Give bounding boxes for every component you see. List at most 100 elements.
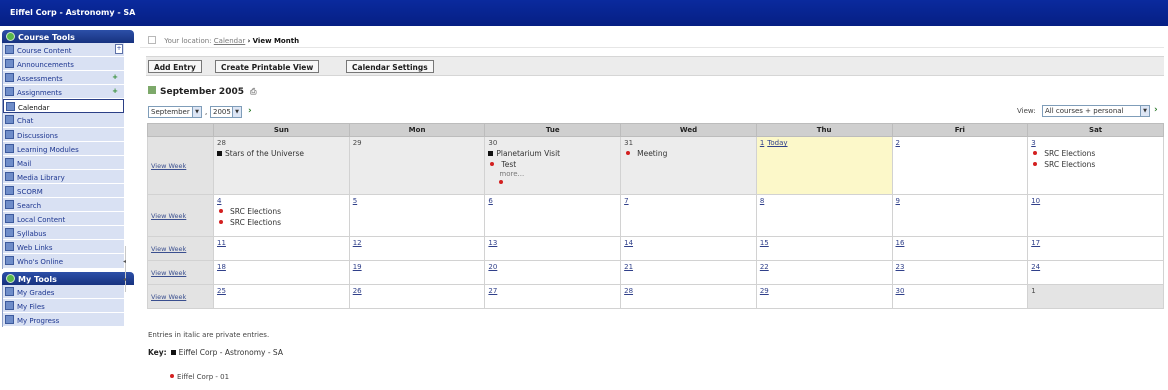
sidebar-item-announcements[interactable]: Announcements [3,57,124,72]
day-number-link[interactable]: 18 [217,263,346,271]
day-number-link[interactable]: 5 [353,197,482,205]
view-week-link[interactable]: View Week [151,162,210,170]
expand-right-icon[interactable]: ◂ [123,276,126,283]
day-number-link[interactable]: 19 [353,263,482,271]
view-go-arrow-icon[interactable]: › [1154,105,1162,115]
calendar-day-cell[interactable]: 3 SRC Elections SRC Elections [1027,136,1164,195]
calendar-day-cell[interactable]: 8 [755,194,893,237]
chevron-down-icon[interactable]: ▼ [192,107,201,117]
my-tools-header[interactable]: My Tools [2,271,134,285]
collapse-icon[interactable] [6,32,15,41]
personal-event[interactable]: SRC Elections [217,207,346,216]
calendar-day-cell[interactable]: 1 [1027,284,1164,309]
calendar-day-cell[interactable]: 5 [348,194,486,237]
calendar-day-cell[interactable]: 28 [620,284,757,309]
calendar-settings-button[interactable]: Calendar Settings [346,60,434,73]
day-number-link[interactable]: 31 [624,139,753,147]
day-number-link[interactable]: 8 [760,197,889,205]
view-week-link[interactable]: View Week [151,269,210,277]
day-number-link[interactable]: 1 Today [760,139,889,147]
day-number-link[interactable]: 16 [896,239,1025,247]
calendar-day-cell[interactable]: 30 Planetarium Visit Test more... [484,136,622,195]
day-number-link[interactable]: 27 [488,287,617,295]
personal-event[interactable]: SRC Elections [1031,149,1160,158]
sidebar-item-course-content[interactable]: Course Content + [3,43,124,58]
day-number-link[interactable]: 15 [760,239,889,247]
calendar-day-cell[interactable]: 18 [213,260,350,285]
course-event[interactable]: Planetarium Visit [488,149,617,158]
sidebar-item-learning-modules[interactable]: Learning Modules [3,141,124,156]
expand-icon[interactable]: + [115,44,123,54]
sidebar-resize-handle[interactable]: ◂ ◂ [123,246,130,292]
sidebar-item-search[interactable]: Search [3,198,124,213]
plus-icon[interactable]: + [112,87,118,95]
calendar-day-cell[interactable]: 6 [484,194,622,237]
chevron-down-icon[interactable]: ▼ [1140,106,1149,116]
day-number-link[interactable]: 29 [353,139,482,147]
calendar-day-cell[interactable]: 24 [1027,260,1164,285]
day-number-link[interactable]: 29 [760,287,889,295]
sidebar-item-chat[interactable]: Chat [3,113,124,128]
sidebar-item-discussions[interactable]: Discussions [3,127,124,142]
day-number-link[interactable]: 6 [488,197,617,205]
sidebar-item-web-links[interactable]: Web Links [3,240,124,255]
course-event[interactable]: Stars of the Universe [217,149,346,158]
day-number-link[interactable]: 28 [217,139,346,147]
go-arrow-icon[interactable]: › [248,106,256,116]
more-link[interactable]: more... [499,170,617,178]
sidebar-item-mail[interactable]: Mail [3,155,124,170]
day-number-link[interactable]: 21 [624,263,753,271]
course-tools-header[interactable]: Course Tools [2,30,134,43]
calendar-day-cell[interactable]: 2 [891,136,1029,195]
day-number-link[interactable]: 9 [896,197,1025,205]
day-number-link[interactable]: 20 [488,263,617,271]
day-number-link[interactable]: 4 [217,197,346,205]
day-number-link[interactable]: 28 [624,287,753,295]
calendar-day-cell[interactable]: 30 [891,284,1029,309]
calendar-day-cell[interactable]: 10 [1027,194,1164,237]
calendar-day-cell[interactable]: 14 [620,236,757,261]
personal-event[interactable]: Test [488,160,617,169]
sidebar-item-my-grades[interactable]: My Grades [3,284,124,299]
sidebar-item-local-content[interactable]: Local Content [3,212,124,227]
calendar-day-cell[interactable]: 4 SRC Elections SRC Elections [213,194,350,237]
day-number-link[interactable]: 11 [217,239,346,247]
breadcrumb-calendar-link[interactable]: Calendar [214,37,245,45]
calendar-day-cell[interactable]: 17 [1027,236,1164,261]
day-number-link[interactable]: 12 [353,239,482,247]
add-entry-button[interactable]: Add Entry [148,60,202,73]
calendar-day-cell[interactable]: 31 Meeting [620,136,757,195]
calendar-day-cell[interactable]: 15 [755,236,893,261]
personal-event[interactable]: SRC Elections [217,218,346,227]
sidebar-item-assignments[interactable]: Assignments + [3,85,124,100]
day-number-link[interactable]: 25 [217,287,346,295]
personal-event[interactable]: Meeting [624,149,753,158]
year-select[interactable]: 2005 ▼ [210,106,242,118]
calendar-day-cell[interactable]: 1 Today [755,136,893,195]
day-number-link[interactable]: 1 [1031,287,1160,295]
calendar-day-cell[interactable]: 13 [484,236,622,261]
personal-event[interactable]: SRC Elections [1031,160,1160,169]
calendar-day-cell[interactable]: 7 [620,194,757,237]
calendar-day-cell[interactable]: 19 [348,260,486,285]
sidebar-item-who-s-online[interactable]: Who's Online [3,254,124,269]
printer-icon[interactable]: ⎙ [250,87,256,96]
sidebar-item-scorm[interactable]: SCORM [3,183,124,199]
view-week-link[interactable]: View Week [151,293,210,301]
day-number-link[interactable]: 17 [1031,239,1160,247]
sidebar-item-assessments[interactable]: Assessments + [3,71,124,86]
day-number-link[interactable]: 14 [624,239,753,247]
day-number-link[interactable]: 23 [896,263,1025,271]
calendar-day-cell[interactable]: 29 [348,136,486,195]
day-number-link[interactable]: 30 [896,287,1025,295]
calendar-day-cell[interactable]: 16 [891,236,1029,261]
day-number-link[interactable]: 26 [353,287,482,295]
calendar-day-cell[interactable]: 27 [484,284,622,309]
plus-icon[interactable]: + [112,73,118,81]
day-number-link[interactable]: 13 [488,239,617,247]
collapse-left-icon[interactable]: ◂ [123,258,126,265]
sidebar-item-calendar[interactable]: Calendar [3,99,124,114]
sidebar-item-syllabus[interactable]: Syllabus [3,226,124,241]
close-icon[interactable] [148,36,156,44]
collapse-icon[interactable] [6,273,15,283]
